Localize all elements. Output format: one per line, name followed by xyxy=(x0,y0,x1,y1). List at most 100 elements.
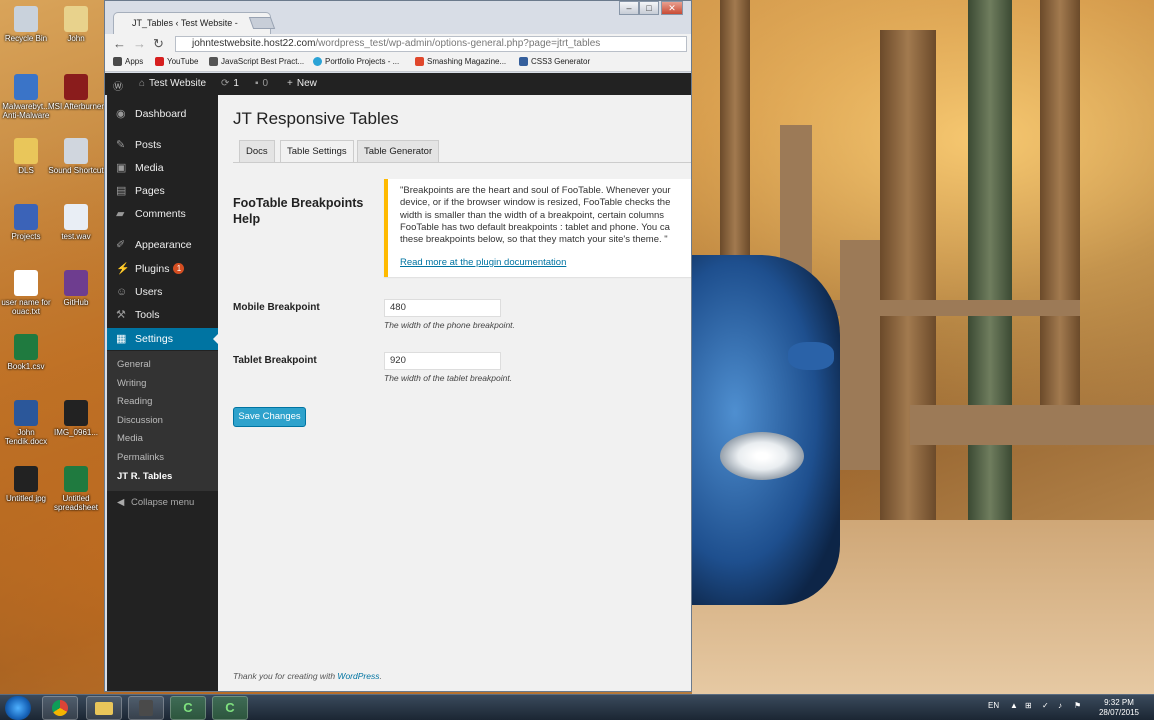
sublime-taskbar-button[interactable] xyxy=(128,696,164,720)
bookmark-portfolio[interactable]: Portfolio Projects - ... xyxy=(313,57,399,66)
comments-link[interactable]: ▪ 0 xyxy=(255,78,268,89)
plugin-documentation-link[interactable]: Read more at the plugin documentation xyxy=(400,257,566,269)
clock[interactable]: 9:32 PM 28/07/2015 xyxy=(1090,698,1148,718)
site-name-link[interactable]: ⌂ Test Website xyxy=(139,78,206,89)
menu-item-users[interactable]: ☺ Users xyxy=(107,281,218,303)
camtasia-taskbar-button[interactable]: C xyxy=(170,696,206,720)
updates-link[interactable]: ⟳ 1 xyxy=(221,78,239,89)
close-window-button[interactable]: ✕ xyxy=(661,1,683,15)
menu-item-media[interactable]: ▣ Media xyxy=(107,157,218,179)
tray-windows-icon[interactable]: ⊞ xyxy=(1025,701,1032,710)
taskbar: C C EN ▲ ⊞ ✓ ♪ ⚑ 9:32 PM 28/07/2015 xyxy=(0,694,1154,720)
bookmark-smashing[interactable]: Smashing Magazine... xyxy=(415,57,506,66)
tray-network-icon[interactable]: ✓ xyxy=(1042,701,1049,710)
submenu-item-reading[interactable]: Reading xyxy=(117,396,152,407)
mobile-breakpoint-input[interactable]: 480 xyxy=(384,299,501,317)
flag-icon[interactable]: ⚑ xyxy=(1074,701,1081,710)
browser-toolbar: ← → ↻ johntestwebsite.host22.com/wordpre… xyxy=(105,34,691,54)
menu-item-posts[interactable]: ✎ Posts xyxy=(107,134,218,156)
menu-item-label: Settings xyxy=(135,333,173,345)
tab-table-settings[interactable]: Table Settings xyxy=(280,140,354,162)
word-doc-icon xyxy=(14,400,38,426)
submenu-item-media[interactable]: Media xyxy=(117,433,143,444)
projects-icon xyxy=(14,204,38,230)
bookmark-apps[interactable]: Apps xyxy=(113,57,143,66)
start-button[interactable] xyxy=(5,696,31,720)
collapse-menu-button[interactable]: ◀ Collapse menu xyxy=(117,497,194,508)
menu-item-settings[interactable]: ▦ Settings xyxy=(107,328,218,350)
submenu-item-writing[interactable]: Writing xyxy=(117,378,146,389)
msi-afterburner-icon xyxy=(64,74,88,100)
desktop-icon[interactable]: IMG_0961... xyxy=(46,400,106,437)
address-bar[interactable]: johntestwebsite.host22.com/wordpress_tes… xyxy=(175,36,687,52)
tablet-breakpoint-input[interactable]: 920 xyxy=(384,352,501,370)
menu-item-appearance[interactable]: ✐ Appearance xyxy=(107,234,218,256)
settings-submenu: General Writing Reading Discussion Media Perm… xyxy=(107,351,218,491)
tab-docs[interactable]: Docs xyxy=(239,140,275,162)
new-content-link[interactable]: + New xyxy=(287,78,317,89)
minimize-button[interactable]: – xyxy=(619,1,639,15)
menu-item-dashboard[interactable]: ◉ Dashboard xyxy=(107,103,218,125)
wp-admin-menu: ◉ Dashboard ✎ Posts ▣ Media ▤ Pages ▰ Comments ✐ Ap… xyxy=(107,95,218,691)
desktop-icon[interactable]: John xyxy=(46,6,106,43)
folder-icon xyxy=(14,138,38,164)
chrome-taskbar-button[interactable] xyxy=(42,696,78,720)
pin-icon: ✎ xyxy=(116,139,126,151)
menu-item-label: Appearance xyxy=(135,239,192,251)
desktop-icon-label: John Tendik.docx xyxy=(4,428,48,446)
desktop-icon-label: GitHub xyxy=(63,298,89,307)
breakpoints-notice: "Breakpoints are the heart and soul of F… xyxy=(384,179,691,277)
save-changes-button[interactable]: Save Changes xyxy=(233,407,306,427)
desktop-icon[interactable]: test.wav xyxy=(46,204,106,241)
sublime-icon xyxy=(139,700,153,716)
wordpress-link[interactable]: WordPress xyxy=(337,671,379,681)
language-indicator[interactable]: EN xyxy=(988,701,999,710)
maximize-button[interactable]: □ xyxy=(639,1,659,15)
desktop-icon[interactable]: Book1.csv xyxy=(0,334,56,371)
mobile-breakpoint-description: The width of the phone breakpoint. xyxy=(384,320,515,330)
updates-icon: ⟳ xyxy=(221,78,230,89)
brush-icon: ✐ xyxy=(116,239,126,251)
bookmark-youtube[interactable]: YouTube xyxy=(155,57,198,66)
menu-item-plugins[interactable]: ⚡ Plugins 1 xyxy=(107,258,218,280)
back-arrow-icon[interactable]: ← xyxy=(113,36,126,51)
desktop-icon-label: IMG_0961... xyxy=(53,428,99,437)
desktop-icon-label: Malwarebyt... Anti-Malware xyxy=(2,102,50,120)
sound-shortcut-icon xyxy=(64,138,88,164)
page-title: JT Responsive Tables xyxy=(233,109,399,128)
submenu-item-permalinks[interactable]: Permalinks xyxy=(117,452,164,463)
clock-time: 9:32 PM xyxy=(1104,698,1134,707)
desktop-icon[interactable]: Untitled spreadsheet xyxy=(46,466,106,512)
comments-icon: ▰ xyxy=(116,208,125,220)
reload-icon[interactable]: ↻ xyxy=(153,36,164,52)
camtasia-recorder-taskbar-button[interactable]: C xyxy=(212,696,248,720)
notice-line: width is smaller than the width of a bre… xyxy=(400,209,665,221)
menu-item-pages[interactable]: ▤ Pages xyxy=(107,180,218,202)
collapse-label: Collapse menu xyxy=(130,497,195,508)
text-file-icon xyxy=(14,270,38,296)
volume-icon[interactable]: ♪ xyxy=(1058,701,1062,710)
csv-file-icon xyxy=(14,334,38,360)
settings-icon: ▦ xyxy=(116,333,127,345)
new-tab-button[interactable] xyxy=(248,17,276,29)
notice-line: "Breakpoints are the heart and soul of F… xyxy=(400,185,671,196)
desktop-icon[interactable]: GitHub xyxy=(46,270,106,307)
submenu-item-discussion[interactable]: Discussion xyxy=(117,415,163,426)
forward-arrow-icon[interactable]: → xyxy=(133,36,146,51)
explorer-taskbar-button[interactable] xyxy=(86,696,122,720)
desktop-icon-label: Sound Shortcut xyxy=(48,166,104,175)
browser-tab[interactable]: JT_Tables ‹ Test Website - ✕ xyxy=(113,12,271,34)
desktop-icon[interactable]: Sound Shortcut xyxy=(46,138,106,175)
desktop-icon[interactable]: MSI Afterburner xyxy=(46,74,106,111)
menu-item-tools[interactable]: ⚒ Tools xyxy=(107,304,218,326)
submenu-item-general[interactable]: General xyxy=(117,359,151,370)
comment-icon: ▪ xyxy=(255,78,259,89)
bookmark-css3[interactable]: CSS3 Generator xyxy=(519,57,590,66)
bookmark-javascript[interactable]: JavaScript Best Pract... xyxy=(209,57,304,66)
submenu-item-jt-r-tables[interactable]: JT R. Tables xyxy=(117,471,172,482)
tab-table-generator[interactable]: Table Generator xyxy=(357,140,440,162)
wordpress-logo-icon[interactable]: Ⓦ xyxy=(113,78,123,93)
fence-post xyxy=(840,240,880,470)
menu-item-comments[interactable]: ▰ Comments xyxy=(107,203,218,225)
tray-expand-icon[interactable]: ▲ xyxy=(1010,701,1018,710)
